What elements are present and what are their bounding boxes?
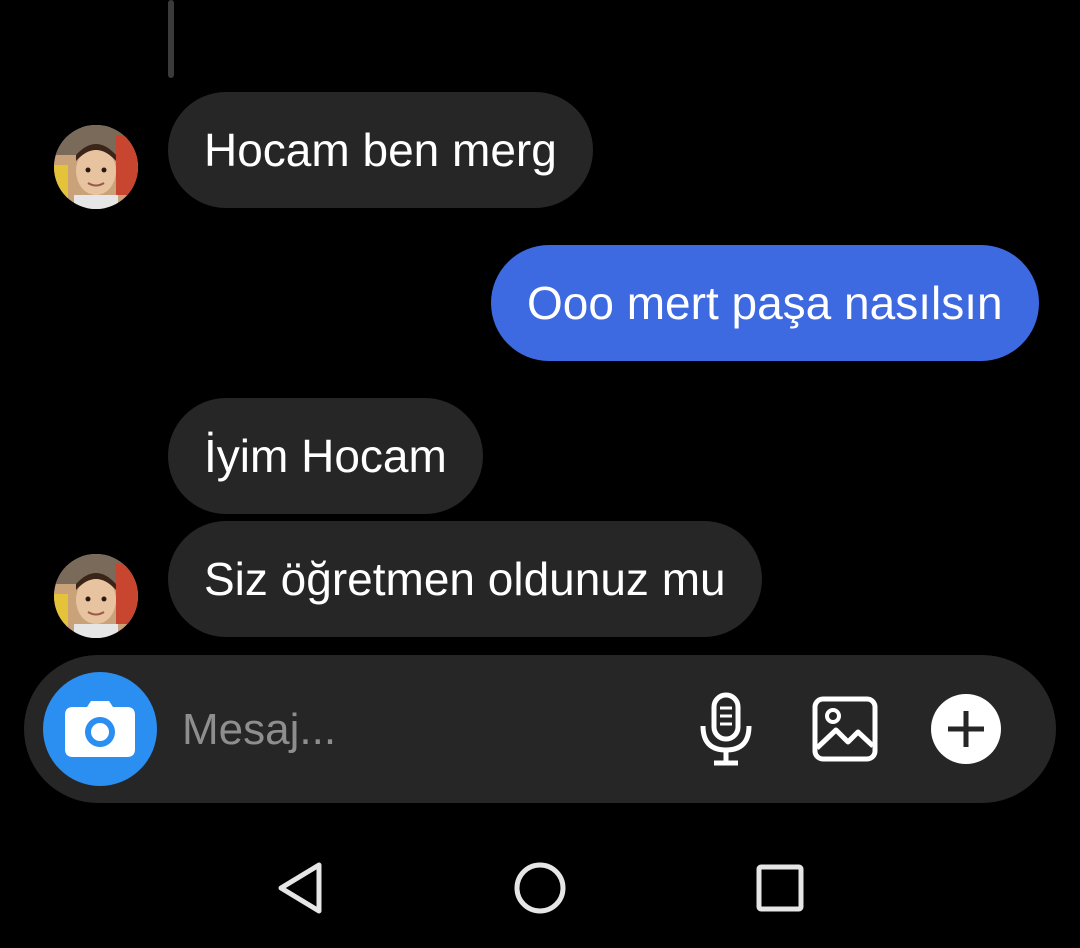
message-text: Hocam ben merg xyxy=(204,124,557,176)
contact-avatar[interactable] xyxy=(54,554,138,638)
contact-avatar[interactable] xyxy=(54,125,138,209)
add-button[interactable] xyxy=(930,693,1002,765)
camera-icon xyxy=(65,701,135,757)
message-bubble-outgoing[interactable]: Ooo mert paşa nasılsın xyxy=(491,245,1039,361)
message-text: Ooo mert paşa nasılsın xyxy=(527,277,1003,329)
message-input[interactable] xyxy=(180,692,664,768)
message-bubble-incoming[interactable]: Hocam ben merg xyxy=(168,92,593,208)
thread-divider xyxy=(168,0,174,78)
plus-icon xyxy=(931,694,1001,764)
camera-button[interactable] xyxy=(43,672,157,786)
message-bubble-incoming[interactable]: Siz öğretmen oldunuz mu xyxy=(168,521,762,637)
home-icon xyxy=(514,862,566,914)
avatar-photo xyxy=(54,554,138,638)
gallery-icon xyxy=(812,696,878,762)
message-text: Siz öğretmen oldunuz mu xyxy=(204,553,726,605)
avatar-photo xyxy=(54,125,138,209)
back-icon xyxy=(278,862,322,914)
recents-icon xyxy=(756,864,804,912)
message-composer xyxy=(24,655,1056,803)
gallery-button[interactable] xyxy=(810,695,880,763)
message-text: İyim Hocam xyxy=(204,430,447,482)
back-button[interactable] xyxy=(270,858,330,918)
recents-button[interactable] xyxy=(750,858,810,918)
microphone-icon xyxy=(700,692,752,766)
home-button[interactable] xyxy=(510,858,570,918)
message-bubble-incoming[interactable]: İyim Hocam xyxy=(168,398,483,514)
microphone-button[interactable] xyxy=(696,691,756,767)
